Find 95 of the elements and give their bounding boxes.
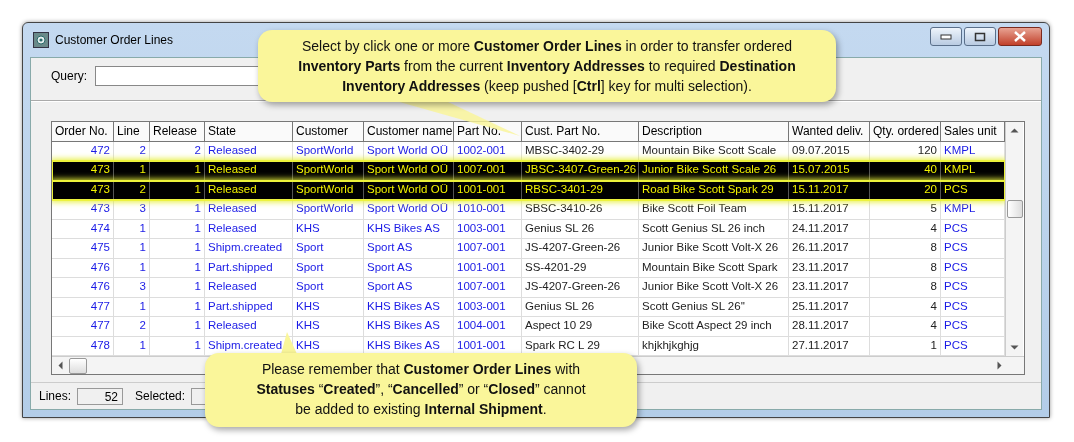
table-cell: Sport World OÜ: [364, 180, 454, 200]
table-cell: KHS Bikes AS: [364, 317, 454, 337]
table-cell: 473: [52, 200, 114, 220]
table-cell: 4: [870, 317, 941, 337]
table-cell: KHS: [293, 219, 364, 239]
query-label: Query:: [51, 69, 87, 83]
table-cell: JS-4207-Green-26: [522, 278, 639, 298]
table-cell: 1: [114, 239, 150, 259]
table-cell: 476: [52, 278, 114, 298]
table-cell: Junior Bike Scott Volt-X 26: [639, 278, 789, 298]
table-cell: Mountain Bike Scott Spark: [639, 258, 789, 278]
table-cell: Released: [205, 180, 293, 200]
table-cell: 2: [114, 317, 150, 337]
hint-tooltip: Select by click one or more Customer Order Lines in order to transfer ordered Inventory Parts from the current Inventory Addresses to required Destination Inventory Addresses (keep pushed [Ctrl] key for multi selection).: [258, 30, 836, 102]
table-cell: 4: [870, 297, 941, 317]
table-cell: Sport AS: [364, 258, 454, 278]
table-cell: Sport: [293, 258, 364, 278]
table-cell: SBSC-3410-26: [522, 200, 639, 220]
table-cell: 8: [870, 278, 941, 298]
table-cell: SportWorld: [293, 200, 364, 220]
table-cell: 26.11.2017: [789, 239, 870, 259]
table-cell: Released: [205, 200, 293, 220]
table-cell: 4: [870, 219, 941, 239]
table-cell: 1: [114, 297, 150, 317]
table-cell: 1007-001: [454, 239, 522, 259]
table-cell: RBSC-3401-29: [522, 180, 639, 200]
table-cell: JS-4207-Green-26: [522, 239, 639, 259]
table-cell: Sport AS: [364, 239, 454, 259]
window-title: Customer Order Lines: [55, 33, 174, 47]
table-cell: 1003-001: [454, 219, 522, 239]
table-cell: 25.11.2017: [789, 297, 870, 317]
table-cell: 474: [52, 219, 114, 239]
table-cell: 1004-001: [454, 317, 522, 337]
table-cell: 8: [870, 258, 941, 278]
table-cell: 1: [150, 180, 205, 200]
table-cell: Bike Scott Aspect 29 inch: [639, 317, 789, 337]
table-cell: 1: [150, 258, 205, 278]
table-cell: 1: [114, 219, 150, 239]
selected-label: Selected:: [135, 389, 186, 403]
table-cell: Genius SL 26: [522, 297, 639, 317]
table-cell: KHS: [293, 317, 364, 337]
table-cell: SportWorld: [293, 180, 364, 200]
table-cell: 28.11.2017: [789, 317, 870, 337]
table-cell: 477: [52, 297, 114, 317]
table-cell: KHS: [293, 297, 364, 317]
table-cell: 1001-001: [454, 258, 522, 278]
lines-label: Lines:: [39, 389, 72, 403]
table-cell: 20: [870, 180, 941, 200]
table-cell: 1: [150, 219, 205, 239]
table-cell: 1: [150, 297, 205, 317]
table-cell: 24.11.2017: [789, 219, 870, 239]
table-cell: KHS Bikes AS: [364, 219, 454, 239]
table-cell: Scott Genius SL 26 inch: [639, 219, 789, 239]
table-cell: 3: [114, 278, 150, 298]
table-cell: Released: [205, 278, 293, 298]
table-cell: 15.11.2017: [789, 180, 870, 200]
table-cell: 2: [114, 180, 150, 200]
hint-tooltip: Please remember that Customer Order Lines with Statuses “Created”, “Cancelled” or “Closed” cannot be added to existing Internal Shipment.: [205, 353, 637, 427]
table-cell: 1: [114, 258, 150, 278]
table-cell: 8: [870, 239, 941, 259]
table-cell: Bike Scott Foil Team: [639, 200, 789, 220]
table-cell: 23.11.2017: [789, 278, 870, 298]
table-cell: 23.11.2017: [789, 258, 870, 278]
table-cell: Part.shipped: [205, 297, 293, 317]
table-cell: Genius SL 26: [522, 219, 639, 239]
table-cell: Aspect 10 29: [522, 317, 639, 337]
table-cell: 1001-001: [454, 180, 522, 200]
table-cell: Released: [205, 317, 293, 337]
table-cell: 1007-001: [454, 278, 522, 298]
table-cell: 1010-001: [454, 200, 522, 220]
table-cell: Released: [205, 219, 293, 239]
table-cell: Sport: [293, 239, 364, 259]
table-cell: 15.11.2017: [789, 200, 870, 220]
table-cell: 5: [870, 200, 941, 220]
table-cell: KHS Bikes AS: [364, 297, 454, 317]
lines-count: 52: [77, 387, 124, 405]
table-cell: Scott Genius SL 26'': [639, 297, 789, 317]
table-cell: Sport World OÜ: [364, 200, 454, 220]
table-cell: 3: [114, 200, 150, 220]
table-cell: Sport AS: [364, 278, 454, 298]
table-cell: 477: [52, 317, 114, 337]
table-cell: Junior Bike Scott Volt-X 26: [639, 239, 789, 259]
table-cell: Road Bike Scott Spark 29: [639, 180, 789, 200]
table-cell: 1003-001: [454, 297, 522, 317]
table-cell: 1: [150, 200, 205, 220]
table-cell: 476: [52, 258, 114, 278]
table-cell: Sport: [293, 278, 364, 298]
table-cell: SS-4201-29: [522, 258, 639, 278]
table-cell: Part.shipped: [205, 258, 293, 278]
table-cell: 475: [52, 239, 114, 259]
table-cell: 1: [150, 239, 205, 259]
table-cell: 1: [150, 317, 205, 337]
table-cell: Shipm.created: [205, 239, 293, 259]
table-cell: 473: [52, 180, 114, 200]
table-cell: 1: [150, 278, 205, 298]
